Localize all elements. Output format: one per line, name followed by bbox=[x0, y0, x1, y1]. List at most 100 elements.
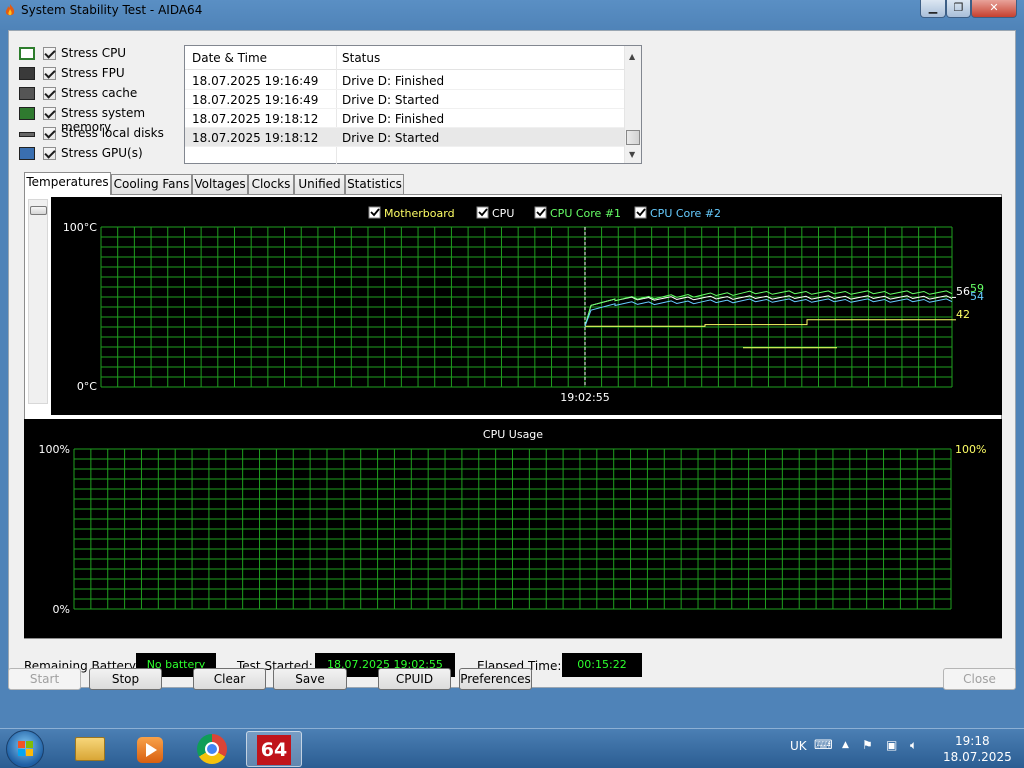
cpu-icon bbox=[19, 47, 35, 60]
tab-temperatures[interactable]: Temperatures bbox=[24, 172, 111, 195]
app-window: System Stability Test - AIDA64 ▁ ❐ ✕ Str… bbox=[0, 0, 1024, 728]
y-max-label: 100°C bbox=[63, 221, 97, 234]
stress-label: Stress local disks bbox=[61, 126, 164, 140]
clear-button[interactable]: Clear bbox=[193, 668, 266, 690]
minimize-button[interactable]: ▁ bbox=[920, 0, 946, 18]
start-orb-icon[interactable] bbox=[6, 730, 44, 768]
stress-option[interactable]: Stress local disks bbox=[19, 125, 199, 143]
log-row[interactable]: 18.07.2025 19:16:49 Drive D: Started bbox=[185, 90, 624, 109]
legend-label: CPU Core #2 bbox=[650, 207, 721, 220]
graph-zoom-slider[interactable] bbox=[28, 199, 48, 404]
log-scroll-thumb[interactable] bbox=[626, 130, 640, 145]
stress-checkbox[interactable] bbox=[43, 147, 56, 160]
scroll-down-icon[interactable]: ▼ bbox=[629, 150, 635, 159]
tab-cooling-fans[interactable]: Cooling Fans bbox=[111, 174, 192, 194]
client-area: Stress CPU Stress FPU Stress cache Stress s… bbox=[8, 30, 1016, 688]
log-status: Drive D: Started bbox=[342, 131, 440, 145]
stress-option[interactable]: Stress system memory bbox=[19, 105, 199, 134]
taskbar: 64 UK ⌨ ▲ ⚑ ▣ 🔈︎ 19:18 18.07.2025 bbox=[0, 728, 1024, 768]
log-datetime: 18.07.2025 19:18:12 bbox=[192, 131, 319, 145]
graph-grid bbox=[73, 448, 952, 610]
stress-option[interactable]: Stress cache bbox=[19, 85, 199, 103]
tab-clocks[interactable]: Clocks bbox=[248, 174, 294, 194]
log-status: Drive D: Finished bbox=[342, 112, 445, 126]
stress-checkbox[interactable] bbox=[43, 87, 56, 100]
temperature-graph: Motherboard CPU CPU Core #1 CPU Core #2 100°… bbox=[51, 197, 1002, 415]
legend-label: CPU bbox=[492, 207, 514, 220]
cpuid-button[interactable]: CPUID bbox=[378, 668, 451, 690]
cpu-graph-title: CPU Usage bbox=[483, 428, 543, 441]
network-icon[interactable]: ▣ bbox=[886, 738, 897, 752]
show-hidden-icons-icon[interactable]: ▲ bbox=[842, 740, 849, 750]
log-row[interactable]: 18.07.2025 19:16:49 Drive D: Finished bbox=[185, 71, 624, 90]
column-header-status[interactable]: Status bbox=[342, 51, 380, 65]
legend-item[interactable]: Motherboard bbox=[368, 206, 455, 220]
stress-option[interactable]: Stress CPU bbox=[19, 45, 199, 63]
action-center-flag-icon[interactable]: ⚑ bbox=[862, 738, 873, 752]
media-player-icon[interactable] bbox=[122, 731, 178, 767]
tab-unified[interactable]: Unified bbox=[294, 174, 345, 194]
language-indicator[interactable]: UK bbox=[790, 739, 807, 753]
stress-option[interactable]: Stress GPU(s) bbox=[19, 145, 199, 163]
stress-checkbox[interactable] bbox=[43, 127, 56, 140]
tab-statistics[interactable]: Statistics bbox=[345, 174, 404, 194]
log-row[interactable]: 18.07.2025 19:18:12 Drive D: Finished bbox=[185, 109, 624, 128]
cpu-y-max-label: 100% bbox=[39, 443, 70, 456]
legend-label: Motherboard bbox=[384, 207, 455, 220]
aida64-taskbar-button[interactable]: 64 bbox=[246, 731, 302, 767]
stress-option[interactable]: Stress FPU bbox=[19, 65, 199, 83]
keyboard-icon[interactable]: ⌨ bbox=[814, 738, 833, 753]
tab-voltages[interactable]: Voltages bbox=[192, 174, 248, 194]
log-scrollbar[interactable]: ▲ ▼ bbox=[624, 46, 641, 163]
cpu-y-min-label: 0% bbox=[53, 603, 70, 616]
title-bar[interactable]: System Stability Test - AIDA64 ▁ ❐ ✕ bbox=[0, 0, 1024, 21]
save-button[interactable]: Save bbox=[273, 668, 347, 690]
legend-item[interactable]: CPU Core #1 bbox=[534, 206, 621, 220]
disk-icon bbox=[19, 132, 35, 137]
log-status: Drive D: Finished bbox=[342, 74, 445, 88]
gpu-icon bbox=[19, 147, 35, 160]
aida64-icon: 64 bbox=[257, 735, 291, 765]
window-title: System Stability Test - AIDA64 bbox=[21, 3, 203, 17]
temp-readout: 56 bbox=[956, 285, 970, 298]
log-datetime: 18.07.2025 19:18:12 bbox=[192, 112, 319, 126]
start-button[interactable]: Start bbox=[8, 668, 81, 690]
legend-item[interactable]: CPU bbox=[476, 206, 514, 220]
log-datetime: 18.07.2025 19:16:49 bbox=[192, 93, 319, 107]
stress-label: Stress CPU bbox=[61, 46, 127, 60]
flame-icon bbox=[5, 4, 15, 16]
elapsed-time-value: 00:15:22 bbox=[562, 653, 642, 677]
slider-thumb[interactable] bbox=[30, 206, 47, 215]
log-header: Date & Time Status bbox=[185, 46, 624, 70]
cpu-usage-graph: CPU Usage 100% 0% 100% bbox=[24, 419, 1002, 638]
stress-label: Stress GPU(s) bbox=[61, 146, 143, 160]
stress-checkbox[interactable] bbox=[43, 67, 56, 80]
stress-label: Stress FPU bbox=[61, 66, 125, 80]
clock-date[interactable]: 18.07.2025 bbox=[943, 750, 1012, 764]
stress-checkbox[interactable] bbox=[43, 107, 56, 120]
stress-label: Stress cache bbox=[61, 86, 138, 100]
stress-checkbox[interactable] bbox=[43, 47, 56, 60]
chrome-icon[interactable] bbox=[184, 731, 240, 767]
legend-label: CPU Core #1 bbox=[550, 207, 621, 220]
graph-grid bbox=[100, 226, 953, 388]
legend-item[interactable]: CPU Core #2 bbox=[634, 206, 721, 220]
close-button[interactable]: Close bbox=[943, 668, 1016, 690]
scroll-up-icon[interactable]: ▲ bbox=[629, 52, 635, 61]
temp-readout: 54 bbox=[970, 290, 984, 303]
cpu-current-value: 100% bbox=[955, 443, 986, 456]
event-log: Date & Time Status 18.07.2025 19:16:49 Dr… bbox=[184, 45, 642, 164]
marker-time-label: 19:02:55 bbox=[560, 391, 609, 404]
close-window-button[interactable]: ✕ bbox=[971, 0, 1017, 18]
maximize-button[interactable]: ❐ bbox=[946, 0, 971, 18]
cache-icon bbox=[19, 87, 35, 100]
file-explorer-icon[interactable] bbox=[62, 731, 118, 767]
log-datetime: 18.07.2025 19:16:49 bbox=[192, 74, 319, 88]
memory-icon bbox=[19, 107, 35, 120]
clock-time[interactable]: 19:18 bbox=[955, 734, 990, 748]
column-header-datetime[interactable]: Date & Time bbox=[192, 51, 267, 65]
preferences-button[interactable]: Preferences bbox=[459, 668, 532, 690]
log-row[interactable]: 18.07.2025 19:18:12 Drive D: Started bbox=[185, 128, 624, 147]
volume-icon[interactable]: 🔈︎ bbox=[910, 738, 917, 753]
stop-button[interactable]: Stop bbox=[89, 668, 162, 690]
